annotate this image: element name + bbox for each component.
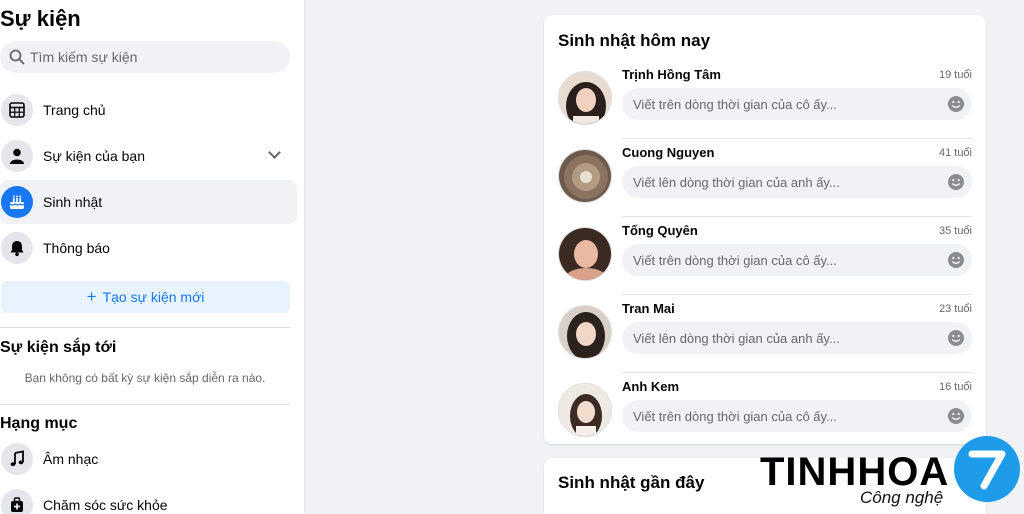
birthday-row: Cuong Nguyen 41 tuổi Viết lên dòng thời … bbox=[558, 139, 972, 217]
cake-icon bbox=[1, 186, 33, 218]
chevron-down-icon[interactable] bbox=[268, 146, 281, 159]
music-note-icon bbox=[1, 443, 33, 475]
card-title: Sinh nhật hôm nay bbox=[558, 31, 711, 50]
person-age: 16 tuổi bbox=[938, 381, 972, 393]
card-title: Sinh nhật gần đây bbox=[558, 473, 705, 492]
watermark-subtitle: Công nghệ bbox=[860, 488, 944, 507]
divider bbox=[0, 404, 290, 405]
person-age: 41 tuổi bbox=[938, 147, 972, 159]
sidebar-item-home[interactable]: Trang chủ bbox=[0, 88, 297, 132]
person-name[interactable]: Tống Quyên bbox=[622, 223, 698, 238]
bell-icon bbox=[1, 232, 33, 264]
timeline-post-placeholder: Viết lên dòng thời gian của anh ấy... bbox=[633, 174, 840, 190]
timeline-post-placeholder: Viết trên dòng thời gian của cô ấy... bbox=[633, 408, 837, 424]
birthday-row: Tống Quyên 35 tuổi Viết trên dòng thời g… bbox=[558, 217, 972, 295]
sidebar-item-label: Trang chủ bbox=[43, 102, 106, 118]
timeline-post-input[interactable]: Viết trên dòng thời gian của cô ấy... bbox=[622, 88, 972, 120]
person-name[interactable]: Tran Mai bbox=[622, 301, 675, 316]
avatar[interactable] bbox=[558, 71, 612, 125]
avatar[interactable] bbox=[558, 227, 612, 281]
sidebar-item-label: Sinh nhật bbox=[43, 194, 103, 210]
emoji-icon[interactable] bbox=[946, 406, 966, 426]
avatar[interactable] bbox=[558, 149, 612, 203]
emoji-icon[interactable] bbox=[946, 94, 966, 114]
timeline-post-placeholder: Viết trên dòng thời gian của cô ấy... bbox=[633, 96, 837, 112]
timeline-post-input[interactable]: Viết trên dòng thời gian của cô ấy... bbox=[622, 244, 972, 276]
health-icon bbox=[1, 489, 33, 514]
timeline-post-input[interactable]: Viết trên dòng thời gian của cô ấy... bbox=[622, 400, 972, 432]
search-bar[interactable] bbox=[0, 41, 290, 73]
plus-icon: + bbox=[86, 287, 97, 306]
upcoming-empty-text: Bạn không có bất kỳ sự kiện sắp diễn ra … bbox=[24, 371, 266, 385]
person-age: 23 tuổi bbox=[938, 303, 972, 315]
person-age: 19 tuổi bbox=[938, 69, 972, 81]
category-item-music[interactable]: Âm nhạc bbox=[0, 437, 297, 481]
create-event-button[interactable]: + Tạo sự kiện mới bbox=[1, 281, 290, 313]
today-birthdays-card: Sinh nhật hôm nay Trịnh Hồng Tâm 19 tuổi… bbox=[544, 15, 986, 444]
category-label: Âm nhạc bbox=[43, 451, 99, 467]
timeline-post-input[interactable]: Viết lên dòng thời gian của anh ấy... bbox=[622, 166, 972, 198]
birthday-row: Anh Kem 16 tuổi Viết trên dòng thời gian… bbox=[558, 373, 972, 451]
person-icon bbox=[1, 140, 33, 172]
upcoming-events-heading: Sự kiện sắp tới bbox=[0, 339, 117, 356]
search-input[interactable] bbox=[30, 49, 270, 65]
timeline-post-placeholder: Viết trên dòng thời gian của cô ấy... bbox=[633, 252, 837, 268]
search-icon bbox=[9, 49, 25, 65]
divider bbox=[0, 327, 290, 328]
emoji-icon[interactable] bbox=[946, 172, 966, 192]
sidebar-item-notifications[interactable]: Thông báo bbox=[0, 226, 297, 270]
category-item-health[interactable]: Chăm sóc sức khỏe bbox=[0, 483, 297, 514]
person-name[interactable]: Trịnh Hồng Tâm bbox=[622, 67, 721, 82]
events-sidebar: Sự kiện Trang chủ Sự kiện của bạn Sinh n… bbox=[0, 0, 304, 514]
sidebar-item-your-events[interactable]: Sự kiện của bạn bbox=[0, 134, 297, 178]
page-title: Sự kiện bbox=[0, 6, 81, 31]
emoji-icon[interactable] bbox=[946, 250, 966, 270]
sidebar-item-label: Thông báo bbox=[43, 240, 110, 256]
emoji-icon[interactable] bbox=[946, 328, 966, 348]
create-event-label: Tạo sự kiện mới bbox=[102, 289, 205, 305]
timeline-post-input[interactable]: Viết lên dòng thời gian của anh ấy... bbox=[622, 322, 972, 354]
category-label: Chăm sóc sức khỏe bbox=[43, 497, 168, 513]
categories-heading: Hạng mục bbox=[0, 415, 78, 432]
calendar-grid-icon bbox=[1, 94, 33, 126]
avatar[interactable] bbox=[558, 383, 612, 437]
person-age: 35 tuổi bbox=[938, 225, 972, 237]
timeline-post-placeholder: Viết lên dòng thời gian của anh ấy... bbox=[633, 330, 840, 346]
sidebar-item-label: Sự kiện của bạn bbox=[43, 148, 145, 164]
birthday-row: Tran Mai 23 tuổi Viết lên dòng thời gian… bbox=[558, 295, 972, 373]
birthday-row: Trịnh Hồng Tâm 19 tuổi Viết trên dòng th… bbox=[558, 61, 972, 139]
avatar[interactable] bbox=[558, 305, 612, 359]
sidebar-item-birthdays[interactable]: Sinh nhật bbox=[0, 180, 297, 224]
person-name[interactable]: Cuong Nguyen bbox=[622, 145, 714, 160]
brand-logo-icon bbox=[954, 436, 1020, 502]
person-name[interactable]: Anh Kem bbox=[622, 379, 679, 394]
